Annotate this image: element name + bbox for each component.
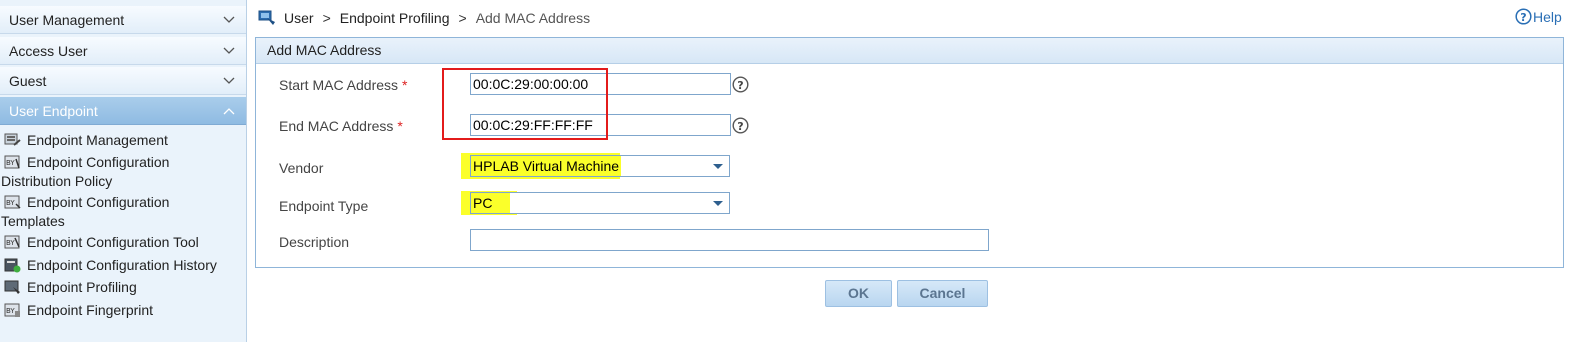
chevron-up-icon (222, 104, 236, 118)
config-tool-icon: BY (4, 235, 21, 250)
sidebar-item-label-cont: Templates (1, 213, 65, 229)
svg-text:?: ? (1520, 11, 1526, 24)
chevron-down-icon (222, 44, 236, 58)
start-mac-label: Start MAC Address * (279, 77, 408, 93)
sidebar-item-label: Endpoint Management (27, 132, 168, 148)
menu-access-user[interactable]: Access User (0, 37, 246, 65)
help-link[interactable]: ? Help (1515, 8, 1562, 25)
dropdown-arrow-icon (713, 164, 723, 169)
annotation-box (442, 68, 608, 140)
sidebar-item-config-templates[interactable]: BY Endpoint Configuration Templates (1, 193, 244, 231)
menu-label: User Endpoint (9, 102, 98, 119)
cancel-button[interactable]: Cancel (897, 280, 988, 307)
required-mark: * (402, 77, 408, 93)
endpoint-type-select[interactable]: PC (470, 192, 730, 214)
breadcrumb-separator: > (322, 10, 331, 26)
endpoint-management-icon (4, 133, 21, 148)
sidebar-item-label: Endpoint Fingerprint (27, 302, 154, 318)
endpoint-type-value: PC (471, 193, 511, 213)
endpoint-breadcrumb-icon (258, 10, 276, 26)
endpoint-fingerprint-icon: BY (4, 303, 21, 318)
svg-text:?: ? (737, 120, 743, 133)
sidebar-item-endpoint-profiling[interactable]: Endpoint Profiling (4, 278, 244, 297)
vendor-label: Vendor (279, 160, 324, 176)
breadcrumb-endpoint-profiling[interactable]: Endpoint Profiling (340, 10, 450, 26)
menu-user-endpoint[interactable]: User Endpoint (0, 97, 246, 125)
vendor-value: HPLAB Virtual Machine (471, 156, 622, 176)
sidebar-item-label: Endpoint Profiling (27, 279, 137, 295)
sidebar-item-config-distribution-policy[interactable]: BY Endpoint Configuration Distribution Po… (1, 153, 244, 191)
endpoint-type-label: Endpoint Type (279, 198, 369, 214)
menu-label: Access User (9, 42, 88, 59)
sidebar-item-label-cont: Distribution Policy (1, 173, 113, 189)
svg-text:BY: BY (6, 307, 15, 315)
chevron-down-icon (222, 74, 236, 88)
dropdown-arrow-icon (713, 201, 723, 206)
question-icon[interactable]: ? (732, 76, 749, 93)
sidebar-item-label: Endpoint Configuration (27, 154, 170, 170)
endpoint-profiling-icon (4, 280, 21, 295)
chevron-down-icon (222, 13, 236, 27)
help-label: Help (1533, 8, 1562, 25)
required-mark: * (397, 118, 403, 134)
panel-title: Add MAC Address (256, 38, 1563, 64)
menu-label: User Management (9, 11, 125, 28)
sidebar-item-label: Endpoint Configuration Tool (27, 234, 199, 250)
sidebar-item-label: Endpoint Configuration History (27, 257, 217, 273)
sidebar-item-label: Endpoint Configuration (27, 194, 170, 210)
svg-text:?: ? (737, 79, 743, 92)
config-templates-icon: BY (4, 195, 21, 210)
description-input[interactable] (470, 229, 989, 251)
sidebar: User Management Access User Guest User E… (0, 0, 247, 342)
question-icon[interactable]: ? (732, 117, 749, 134)
svg-text:BY: BY (6, 199, 15, 207)
svg-text:BY: BY (6, 159, 15, 167)
sidebar-item-endpoint-management[interactable]: Endpoint Management (4, 131, 244, 150)
breadcrumb: User > Endpoint Profiling > Add MAC Addr… (258, 8, 590, 28)
breadcrumb-current: Add MAC Address (475, 10, 591, 26)
sidebar-item-endpoint-fingerprint[interactable]: BY Endpoint Fingerprint (4, 301, 244, 320)
config-history-icon (4, 258, 21, 273)
end-mac-label: End MAC Address * (279, 118, 403, 134)
svg-text:BY: BY (6, 239, 15, 247)
sidebar-item-config-tool[interactable]: BY Endpoint Configuration Tool (4, 233, 244, 252)
help-circle-icon: ? (1515, 8, 1532, 25)
vendor-select[interactable]: HPLAB Virtual Machine (470, 155, 730, 177)
ok-button[interactable]: OK (825, 280, 892, 307)
menu-guest[interactable]: Guest (0, 67, 246, 95)
menu-label: Guest (9, 72, 47, 89)
breadcrumb-separator: > (458, 10, 467, 26)
breadcrumb-user[interactable]: User (284, 10, 314, 26)
description-label: Description (279, 234, 350, 250)
menu-user-management[interactable]: User Management (0, 6, 246, 34)
sidebar-item-config-history[interactable]: Endpoint Configuration History (4, 256, 244, 275)
config-distribution-icon: BY (4, 155, 21, 170)
